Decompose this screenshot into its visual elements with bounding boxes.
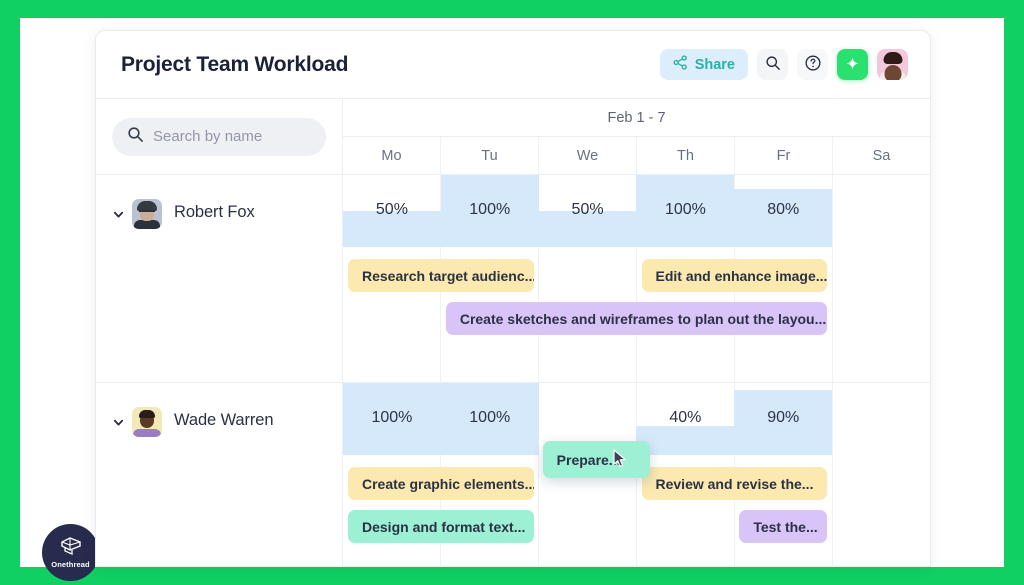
timeline-row-robert-fox: 50% 100% 50% 100% 80% Research target audien… — [343, 175, 930, 383]
task-bar[interactable]: Create graphic elements... — [348, 467, 534, 500]
avatar — [132, 407, 162, 437]
capacity-label: 100% — [469, 409, 511, 426]
task-bar[interactable]: Test the... — [739, 510, 828, 543]
timeline-column: Feb 1 - 7 Mo Tu We Th Fr Sa 50% 100% 50% 10… — [343, 99, 930, 566]
capacity-cell-mo[interactable]: 100% — [343, 383, 441, 455]
task-bar[interactable]: Create sketches and wireframes to plan o… — [445, 302, 828, 335]
avatar[interactable] — [877, 49, 908, 80]
person-name: Robert Fox — [174, 203, 255, 221]
share-icon — [673, 55, 688, 74]
search-box[interactable] — [112, 117, 326, 156]
capacity-label: 90% — [767, 409, 800, 426]
page-background: Onethread Project Team Workload Share Se… — [20, 18, 1004, 581]
people-column: Robert Fox Wade Warren — [96, 99, 343, 566]
avatar-hair — [883, 52, 902, 64]
date-range-header: Feb 1 - 7 — [343, 99, 930, 137]
person-row-wade-warren[interactable]: Wade Warren — [96, 383, 342, 566]
capacity-cell-tu[interactable]: 100% — [440, 175, 539, 247]
capacity-label: 100% — [469, 201, 511, 218]
search-icon — [765, 55, 781, 74]
share-button[interactable]: Share — [659, 49, 748, 80]
day-header-th: Th — [637, 137, 735, 174]
day-header-mo: Mo — [343, 137, 441, 174]
header-toolbar: Share — [659, 49, 908, 80]
avatar — [132, 199, 162, 229]
chevron-down-icon[interactable] — [108, 412, 128, 432]
capacity-cell-sa[interactable] — [832, 383, 930, 455]
capacity-label: 80% — [767, 201, 800, 218]
task-bar[interactable]: Design and format text... — [348, 510, 534, 543]
share-button-label: Share — [694, 56, 735, 73]
capacity-label: 100% — [371, 409, 413, 426]
capacity-band: 50% 100% 50% 100% 80% — [343, 175, 930, 247]
search-button[interactable] — [757, 49, 788, 80]
capacity-cell-sa[interactable] — [832, 175, 930, 247]
capacity-cell-fr[interactable]: 90% — [734, 383, 833, 455]
capacity-fill — [636, 426, 735, 455]
capacity-cell-mo[interactable]: 50% — [343, 175, 441, 247]
search-icon — [127, 126, 144, 148]
capacity-label: 40% — [669, 409, 702, 426]
plus-icon — [845, 56, 860, 74]
add-button[interactable] — [837, 49, 868, 80]
task-bar[interactable]: Edit and enhance image... — [641, 259, 828, 292]
day-headers: Mo Tu We Th Fr Sa — [343, 137, 930, 175]
day-header-we: We — [539, 137, 637, 174]
day-header-fr: Fr — [735, 137, 833, 174]
avatar-face — [884, 65, 901, 80]
capacity-label: 50% — [571, 201, 604, 218]
capacity-cell-th[interactable]: 40% — [636, 383, 735, 455]
workload-board: Robert Fox Wade Warren Feb 1 - 7 — [96, 99, 930, 566]
search-input[interactable] — [153, 128, 311, 145]
onethread-cube-icon — [60, 537, 81, 555]
person-row-robert-fox[interactable]: Robert Fox — [96, 175, 342, 383]
day-header-tu: Tu — [441, 137, 539, 174]
task-bar[interactable]: Review and revise the... — [641, 467, 828, 500]
onethread-logo: Onethread — [42, 524, 99, 581]
capacity-label: 100% — [664, 201, 706, 218]
mouse-cursor-icon — [613, 449, 629, 474]
task-bar-dragging[interactable]: Prepare... — [542, 441, 650, 478]
capacity-label: 50% — [375, 201, 408, 218]
capacity-cell-th[interactable]: 100% — [636, 175, 735, 247]
task-bar[interactable]: Research target audienc... — [348, 259, 534, 292]
day-header-sa: Sa — [872, 147, 891, 164]
chevron-down-icon[interactable] — [108, 204, 128, 224]
logo-text: Onethread — [51, 560, 90, 569]
card-header: Project Team Workload Share — [96, 31, 930, 99]
search-container — [96, 99, 342, 175]
workload-card: Project Team Workload Share Search by na… — [95, 30, 931, 567]
capacity-cell-fr[interactable]: 80% — [734, 175, 833, 247]
timeline-row-wade-warren: 100% 100% 40% 90% Create graphic elements..… — [343, 383, 930, 566]
help-circle-icon — [804, 54, 822, 75]
help-button[interactable] — [797, 49, 828, 80]
person-name: Wade Warren — [174, 411, 274, 429]
page-title: Project Team Workload — [121, 52, 349, 76]
capacity-cell-we[interactable]: 50% — [538, 175, 637, 247]
capacity-cell-tu[interactable]: 100% — [440, 383, 539, 455]
